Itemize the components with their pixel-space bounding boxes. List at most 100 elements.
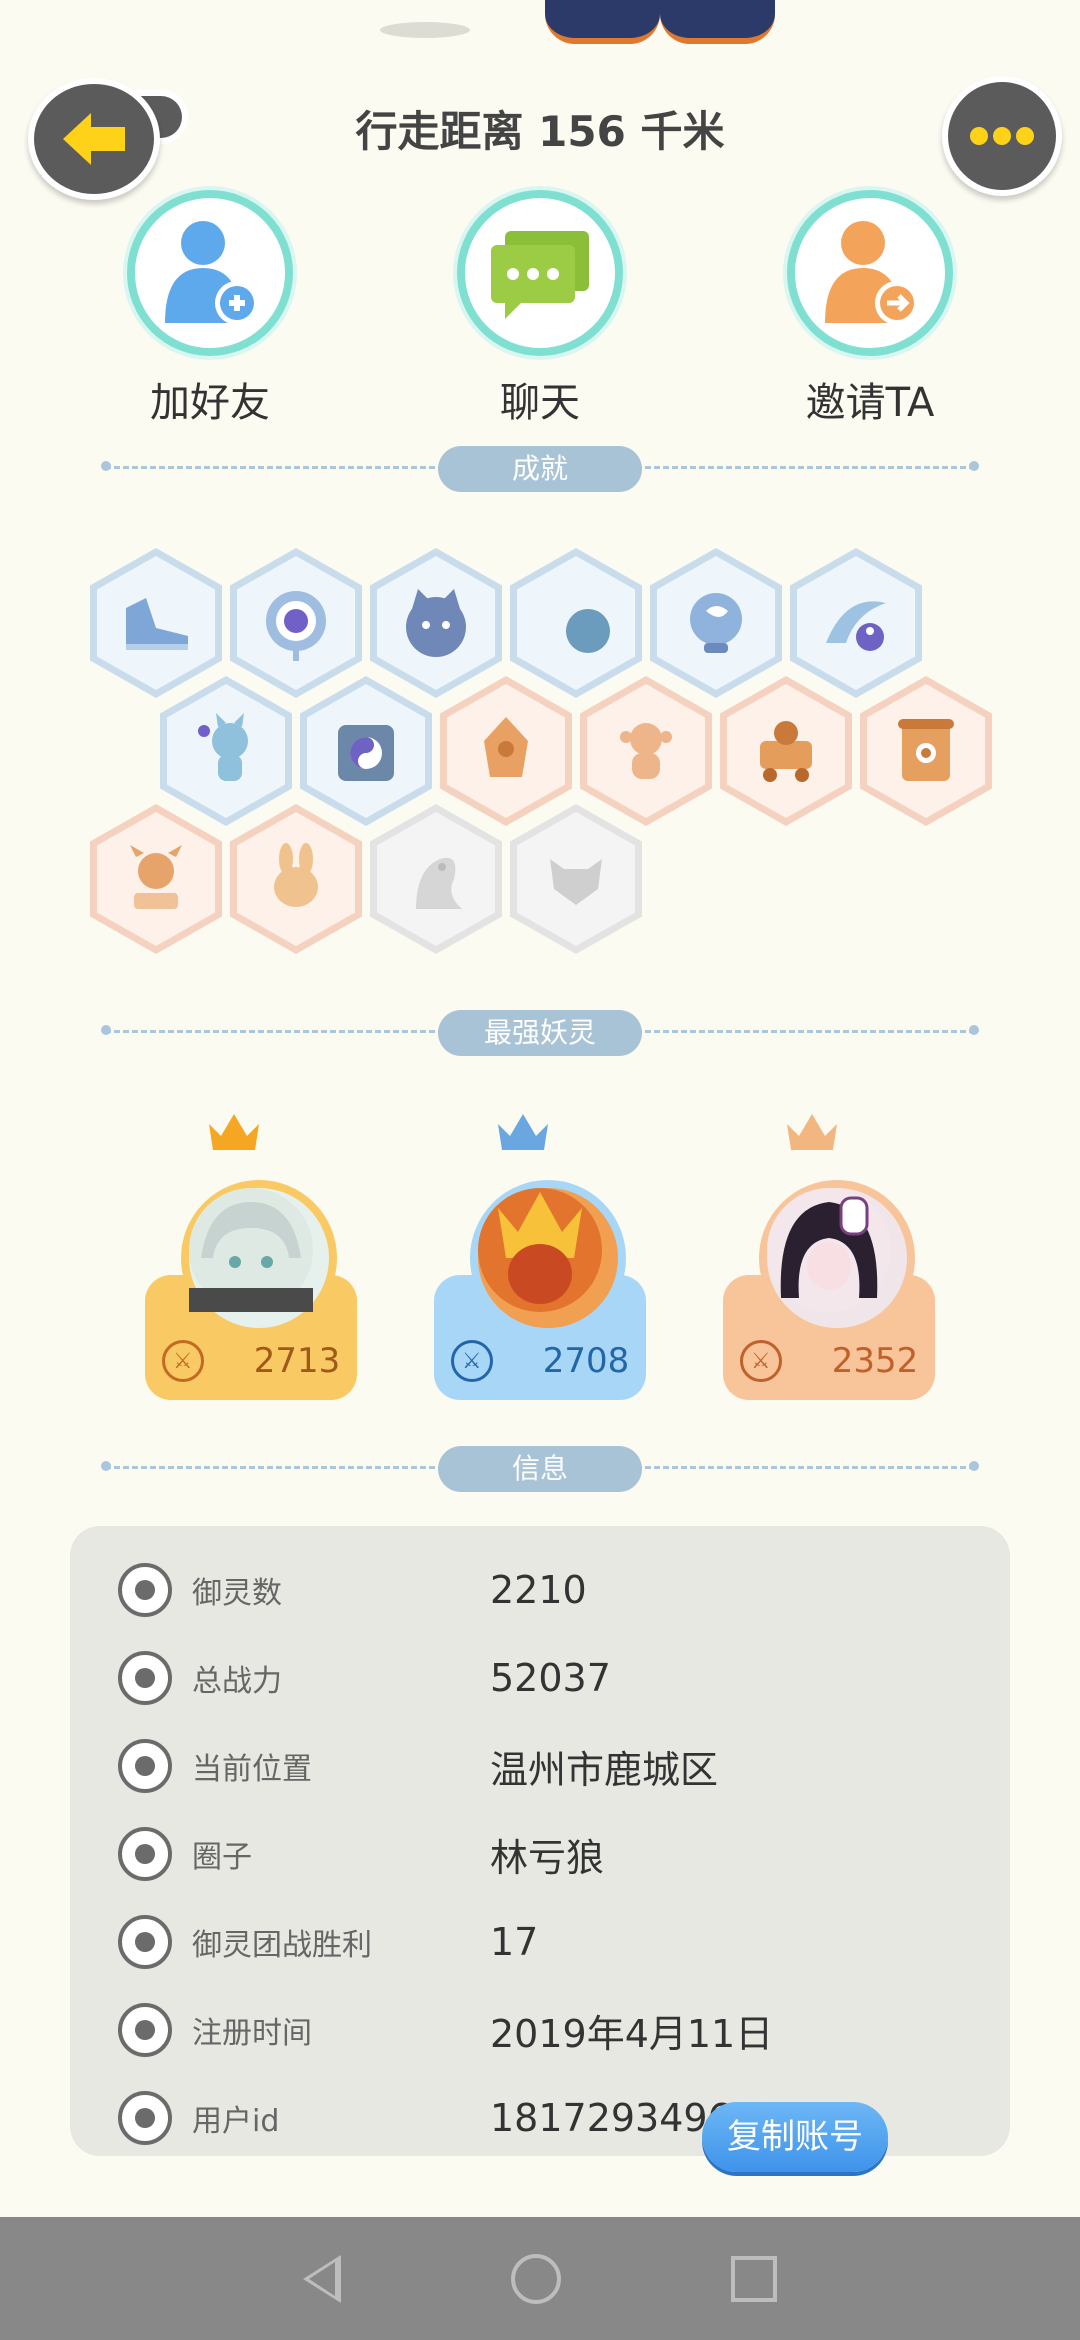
achievement-badge-dragon-locked[interactable] (370, 804, 502, 954)
info-panel: 御灵数 2210 总战力 52037 当前位置 温州市鹿城区 圈子 林亏狼 御灵… (70, 1526, 1010, 2156)
info-value: 2210 (490, 1568, 587, 1612)
crown-blue-icon (498, 1114, 548, 1150)
chat-label: 聊天 (500, 380, 580, 426)
info-header: 信息 (438, 1446, 642, 1492)
info-value: 52037 (490, 1656, 611, 1700)
achievement-badge-yinyang-box[interactable] (300, 676, 432, 826)
dragon-icon (416, 857, 462, 909)
egg-icon (484, 717, 528, 777)
stroller-icon (760, 721, 812, 782)
nav-back-icon[interactable] (303, 2254, 341, 2303)
invite-icon (825, 221, 919, 325)
info-row-team-wins: 御灵团战胜利 17 (70, 1898, 1010, 1986)
achievement-badge-cat[interactable] (370, 548, 502, 698)
crown-gold-icon (209, 1114, 259, 1150)
fox-doll-icon (198, 713, 248, 781)
spirit-avatar-2 (470, 1180, 626, 1336)
achievement-badge-yinyang-wave[interactable] (790, 548, 922, 698)
strongest-spirit-1[interactable]: ⚔ 2713 (145, 1110, 357, 1400)
spirit-avatar-1 (181, 1180, 337, 1336)
nav-home-icon[interactable] (511, 2253, 561, 2304)
spirit-avatar-3 (759, 1180, 915, 1336)
achievement-badge-orb[interactable] (650, 548, 782, 698)
achievement-badge-bunny[interactable] (230, 804, 362, 954)
achievement-badge-ox[interactable] (90, 804, 222, 954)
strongest-spirit-2[interactable]: ⚔ 2708 (434, 1110, 646, 1400)
achievement-badge-target[interactable] (230, 548, 362, 698)
character-shadow (380, 22, 470, 38)
invite-button[interactable]: 邀请TA (750, 190, 990, 428)
id-card-icon (118, 2091, 172, 2145)
sword-icon (118, 1651, 172, 1705)
achievement-badge-stroller[interactable] (720, 676, 852, 826)
circle-icon (118, 1827, 172, 1881)
chat-avatar (457, 190, 623, 356)
sword-icon: ⚔ (739, 1340, 782, 1382)
info-key: 当前位置 (192, 1752, 312, 1787)
info-row-location: 当前位置 温州市鹿城区 (70, 1722, 1010, 1810)
spirit-power-2: 2708 (542, 1341, 630, 1381)
achievement-badge-monkey[interactable] (580, 676, 712, 826)
info-key: 御灵数 (192, 1576, 282, 1611)
add-friend-icon (165, 221, 259, 325)
crown-bronze-icon (787, 1114, 837, 1150)
spirit-power-3: 2352 (831, 1341, 919, 1381)
character-right-shoe (660, 0, 775, 44)
achievement-badge-shoe[interactable] (90, 548, 222, 698)
info-row-spirit-count: 御灵数 2210 (70, 1546, 1010, 1634)
more-button[interactable] (942, 76, 1062, 196)
achievement-badge-moon[interactable] (510, 548, 642, 698)
copy-account-button[interactable]: 复制账号 (702, 2102, 888, 2172)
clock-icon (118, 2003, 172, 2057)
spirit-portrait-2 (478, 1188, 602, 1312)
spirit-portrait-3 (767, 1188, 891, 1312)
info-key: 御灵团战胜利 (192, 1928, 372, 1963)
add-friend-label: 加好友 (150, 380, 270, 426)
info-key: 圈子 (192, 1840, 252, 1875)
shoe-icon (126, 598, 188, 650)
strongest-header: 最强妖灵 (438, 1010, 642, 1056)
invite-avatar (787, 190, 953, 356)
orb-icon (690, 593, 742, 653)
chat-button[interactable]: 聊天 (420, 190, 660, 428)
info-key: 注册时间 (192, 2016, 312, 2051)
scroll-icon (898, 719, 954, 781)
info-value: 17 (490, 1920, 539, 1964)
info-value: 2019年4月11日 (490, 2011, 774, 2056)
yinyang-wave-icon (826, 601, 886, 651)
wolf-icon (550, 859, 602, 905)
spirit-count-icon (118, 1563, 172, 1617)
info-key: 总战力 (192, 1664, 282, 1699)
strongest-spirit-3[interactable]: ⚔ 2352 (723, 1110, 935, 1400)
info-row-total-power: 总战力 52037 (70, 1634, 1010, 1722)
spirit-power-1: 2713 (253, 1341, 341, 1381)
info-key: 用户id (192, 2104, 280, 2139)
info-value: 林亏狼 (490, 1835, 605, 1880)
add-friend-button[interactable]: 加好友 (90, 190, 330, 428)
info-row-circle: 圈子 林亏狼 (70, 1810, 1010, 1898)
achievement-badge-scroll[interactable] (860, 676, 992, 826)
info-row-register-time: 注册时间 2019年4月11日 (70, 1986, 1010, 2074)
nav-recent-apps-icon[interactable] (731, 2255, 777, 2302)
yinyang-box-icon (338, 725, 394, 781)
anchor-icon (118, 1915, 172, 1969)
achievement-badge-fox-doll[interactable] (160, 676, 292, 826)
spirit-portrait-1 (189, 1188, 313, 1312)
add-friend-avatar (127, 190, 293, 356)
character-left-shoe (545, 0, 660, 44)
location-icon (118, 1739, 172, 1793)
chat-bubble-icon (491, 231, 589, 319)
target-icon (266, 591, 326, 661)
invite-label: 邀请TA (805, 380, 935, 426)
bunny-icon (274, 843, 318, 907)
page-title: 行走距离 156 千米 (355, 107, 725, 156)
sword-icon: ⚔ (450, 1340, 493, 1382)
moon-icon (538, 593, 610, 653)
achievements-header: 成就 (438, 446, 642, 492)
cat-face-icon (406, 589, 466, 657)
achievement-badge-wolf-locked[interactable] (510, 804, 642, 954)
info-value: 温州市鹿城区 (490, 1747, 719, 1792)
monkey-icon (620, 723, 672, 779)
achievement-badge-egg[interactable] (440, 676, 572, 826)
ox-statue-icon (130, 845, 182, 909)
